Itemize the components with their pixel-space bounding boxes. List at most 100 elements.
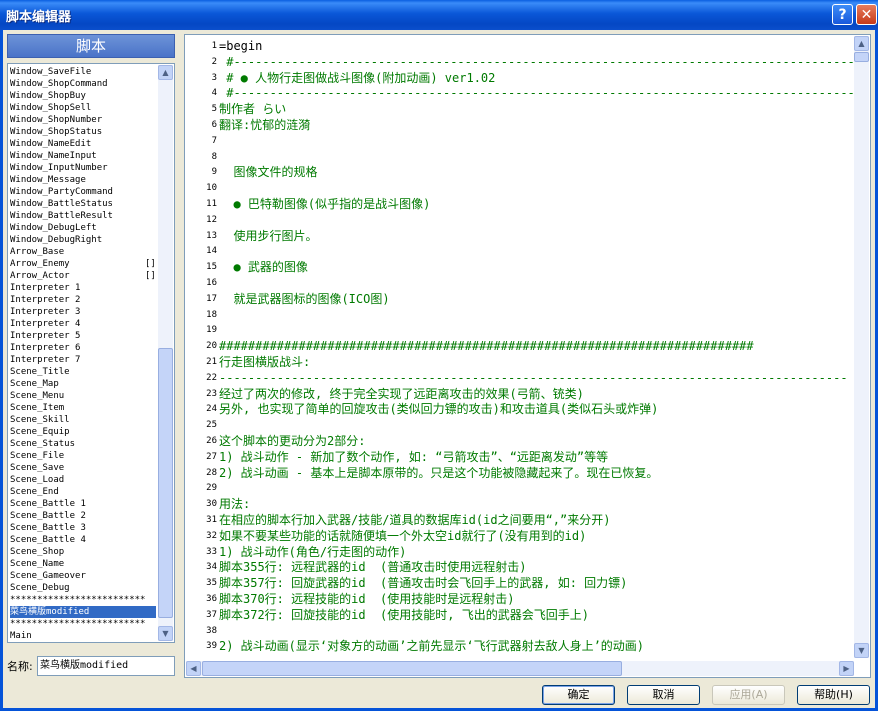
script-list-item[interactable]: Window_DebugRight [10,234,156,246]
code-text[interactable]: 行走图横版战斗: [219,354,310,370]
ok-button[interactable]: 确定 [542,685,615,705]
script-list-item[interactable]: Main [10,630,156,642]
code-text[interactable]: #---------------------------------------… [219,54,855,70]
script-list-item[interactable]: Window_SaveFile [10,66,156,78]
script-list-item[interactable]: Scene_Map [10,378,156,390]
script-list-item[interactable]: Window_PartyCommand [10,186,156,198]
code-text[interactable]: 2) 战斗动画(显示‘对象方的动画’之前先显示‘飞行武器射去敌人身上’的动画) [219,638,644,654]
line-number: 35 [206,578,217,589]
script-list-item[interactable]: Interpreter 4 [10,318,156,330]
script-list-item[interactable]: Scene_End [10,486,156,498]
script-list-item[interactable]: Window_ShopSell [10,102,156,114]
code-text[interactable]: 脚本355行: 远程武器的id (普通攻击时使用远程射击) [219,559,526,575]
cancel-button[interactable]: 取消 [627,685,700,705]
code-text[interactable]: 翻译:忧郁的涟漪 [219,117,310,133]
code-text[interactable]: 1) 战斗动作 - 新加了数个动作, 如: “弓箭攻击”、“远距离发动”等等 [219,449,608,465]
code-text[interactable]: ########################################… [219,338,754,354]
script-list-item[interactable]: Scene_File [10,450,156,462]
script-list-item[interactable]: Window_ShopBuy [10,90,156,102]
editor-horizontal-thumb[interactable] [202,661,622,676]
script-list-item[interactable]: ************************* [10,618,156,630]
code-text[interactable]: 另外, 也实现了简单的回旋攻击(类似回力镖的攻击)和攻击道具(类似石头或炸弹) [219,401,658,417]
script-list-item[interactable]: Scene_Debug [10,582,156,594]
script-list-item[interactable]: Scene_Save [10,462,156,474]
script-list-item[interactable]: Interpreter 2 [10,294,156,306]
script-list-scroll-thumb[interactable] [158,348,173,618]
script-list-scrollbar[interactable]: ▲ ▼ [158,65,173,641]
script-list-item[interactable]: Window_BattleResult [10,210,156,222]
script-list-item[interactable]: Scene_Name [10,558,156,570]
editor-scroll-right-icon[interactable]: ▶ [839,661,854,676]
script-list-item[interactable]: Interpreter 6 [10,342,156,354]
editor-scroll-down-icon[interactable]: ▼ [854,643,869,658]
code-text[interactable]: # ● 人物行走图做战斗图像(附加动画) ver1.02 [219,70,495,86]
script-list-item[interactable]: Scene_Load [10,474,156,486]
scroll-up-icon[interactable]: ▲ [158,65,173,80]
script-list-item[interactable]: Window_ShopCommand [10,78,156,90]
code-text[interactable]: #---------------------------------------… [219,85,855,101]
script-list-item[interactable]: Scene_Skill [10,414,156,426]
help-dialog-button[interactable]: 帮助(H) [797,685,870,705]
editor-vertical-scrollbar[interactable]: ▲ ▼ [854,36,869,658]
code-text[interactable]: 就是武器图标的图像(ICO图) [219,291,389,307]
code-text[interactable]: 图像文件的规格 [219,164,317,180]
editor-scroll-up-icon[interactable]: ▲ [854,36,869,51]
script-list-item[interactable]: 菜鸟横版modified [10,606,156,618]
title-bar[interactable]: 脚本编辑器 ? ✕ [0,0,878,30]
script-list-item[interactable]: Scene_Battle 2 [10,510,156,522]
script-list-item[interactable]: Scene_Shop [10,546,156,558]
code-text[interactable]: 脚本357行: 回旋武器的id (普通攻击时会飞回手上的武器, 如: 回力镖) [219,575,627,591]
script-list-item[interactable]: Window_NameInput [10,150,156,162]
code-text[interactable]: 这个脚本的更动分为2部分: [219,433,365,449]
name-input[interactable]: 菜鸟横版modified [37,656,175,676]
code-text[interactable]: ● 巴特勒图像(似乎指的是战斗图像) [219,196,430,212]
script-list-item[interactable]: Interpreter 5 [10,330,156,342]
code-line: 39 2) 战斗动画(显示‘对象方的动画’之前先显示‘飞行武器射去敌人身上’的动画… [185,638,855,654]
script-list-item[interactable]: Scene_Battle 1 [10,498,156,510]
script-list-item[interactable]: Window_DebugLeft [10,222,156,234]
editor-horizontal-scrollbar[interactable]: ◀ ▶ [186,661,854,676]
script-list-item[interactable]: Scene_Status [10,438,156,450]
code-text[interactable]: ----------------------------------------… [219,370,848,386]
script-list-item[interactable]: Window_ShopStatus [10,126,156,138]
script-list-item[interactable]: Arrow_Base [10,246,156,258]
script-list-item[interactable]: Interpreter 3 [10,306,156,318]
script-list-item[interactable]: Arrow_Enemy [10,258,156,270]
help-button[interactable]: ? [832,4,853,25]
script-list-item[interactable]: Window_BattleStatus [10,198,156,210]
close-button[interactable]: ✕ [856,4,877,25]
script-list-item[interactable]: Scene_Gameover [10,570,156,582]
code-text[interactable]: 脚本370行: 远程技能的id (使用技能时是远程射击) [219,591,514,607]
editor-scroll-left-icon[interactable]: ◀ [186,661,201,676]
apply-button[interactable]: 应用(A) [712,685,785,705]
script-list-item[interactable]: Interpreter 1 [10,282,156,294]
script-list[interactable]: Window_SaveFile Window_ShopCommand Window_… [7,63,175,643]
code-text[interactable]: ● 武器的图像 [219,259,307,275]
code-text[interactable]: =begin [219,38,262,54]
script-list-item[interactable]: Scene_Menu [10,390,156,402]
code-text[interactable]: 经过了两次的修改, 终于完全实现了远距离攻击的效果(弓箭、铳类) [219,386,584,402]
script-list-item[interactable]: Window_InputNumber [10,162,156,174]
code-text[interactable]: 1) 战斗动作(角色/行走图的动作) [219,544,406,560]
code-text[interactable]: 在相应的脚本行加入武器/技能/道具的数据库id(id之间要用“,”来分开) [219,512,610,528]
script-list-item[interactable]: Arrow_Actor [10,270,156,282]
script-list-item[interactable]: Window_NameEdit [10,138,156,150]
script-list-item[interactable]: ************************* [10,594,156,606]
code-text[interactable]: 脚本372行: 回旋技能的id (使用技能时, 飞出的武器会飞回手上) [219,607,589,623]
script-list-item[interactable]: Scene_Title [10,366,156,378]
code-text[interactable]: 使用步行图片。 [219,228,317,244]
script-list-item[interactable]: Scene_Battle 3 [10,522,156,534]
script-list-item[interactable]: Window_ShopNumber [10,114,156,126]
code-text[interactable]: 用法: [219,496,250,512]
code-editor[interactable]: 1 =begin 2 #------------------------------… [184,34,871,678]
script-list-item[interactable]: Scene_Item [10,402,156,414]
script-list-item[interactable]: Scene_Equip [10,426,156,438]
code-text[interactable]: 2) 战斗动画 - 基本上是脚本原带的。只是这个功能被隐藏起来了。现在已恢复。 [219,465,658,481]
script-list-item[interactable]: Window_Message [10,174,156,186]
editor-vertical-thumb[interactable] [854,52,869,62]
script-list-item[interactable]: Scene_Battle 4 [10,534,156,546]
scroll-down-icon[interactable]: ▼ [158,626,173,641]
code-text[interactable]: 制作者 らい [219,101,286,117]
code-text[interactable]: 如果不要某些功能的话就随便填一个外太空id就行了(没有用到的id) [219,528,586,544]
script-list-item[interactable]: Interpreter 7 [10,354,156,366]
